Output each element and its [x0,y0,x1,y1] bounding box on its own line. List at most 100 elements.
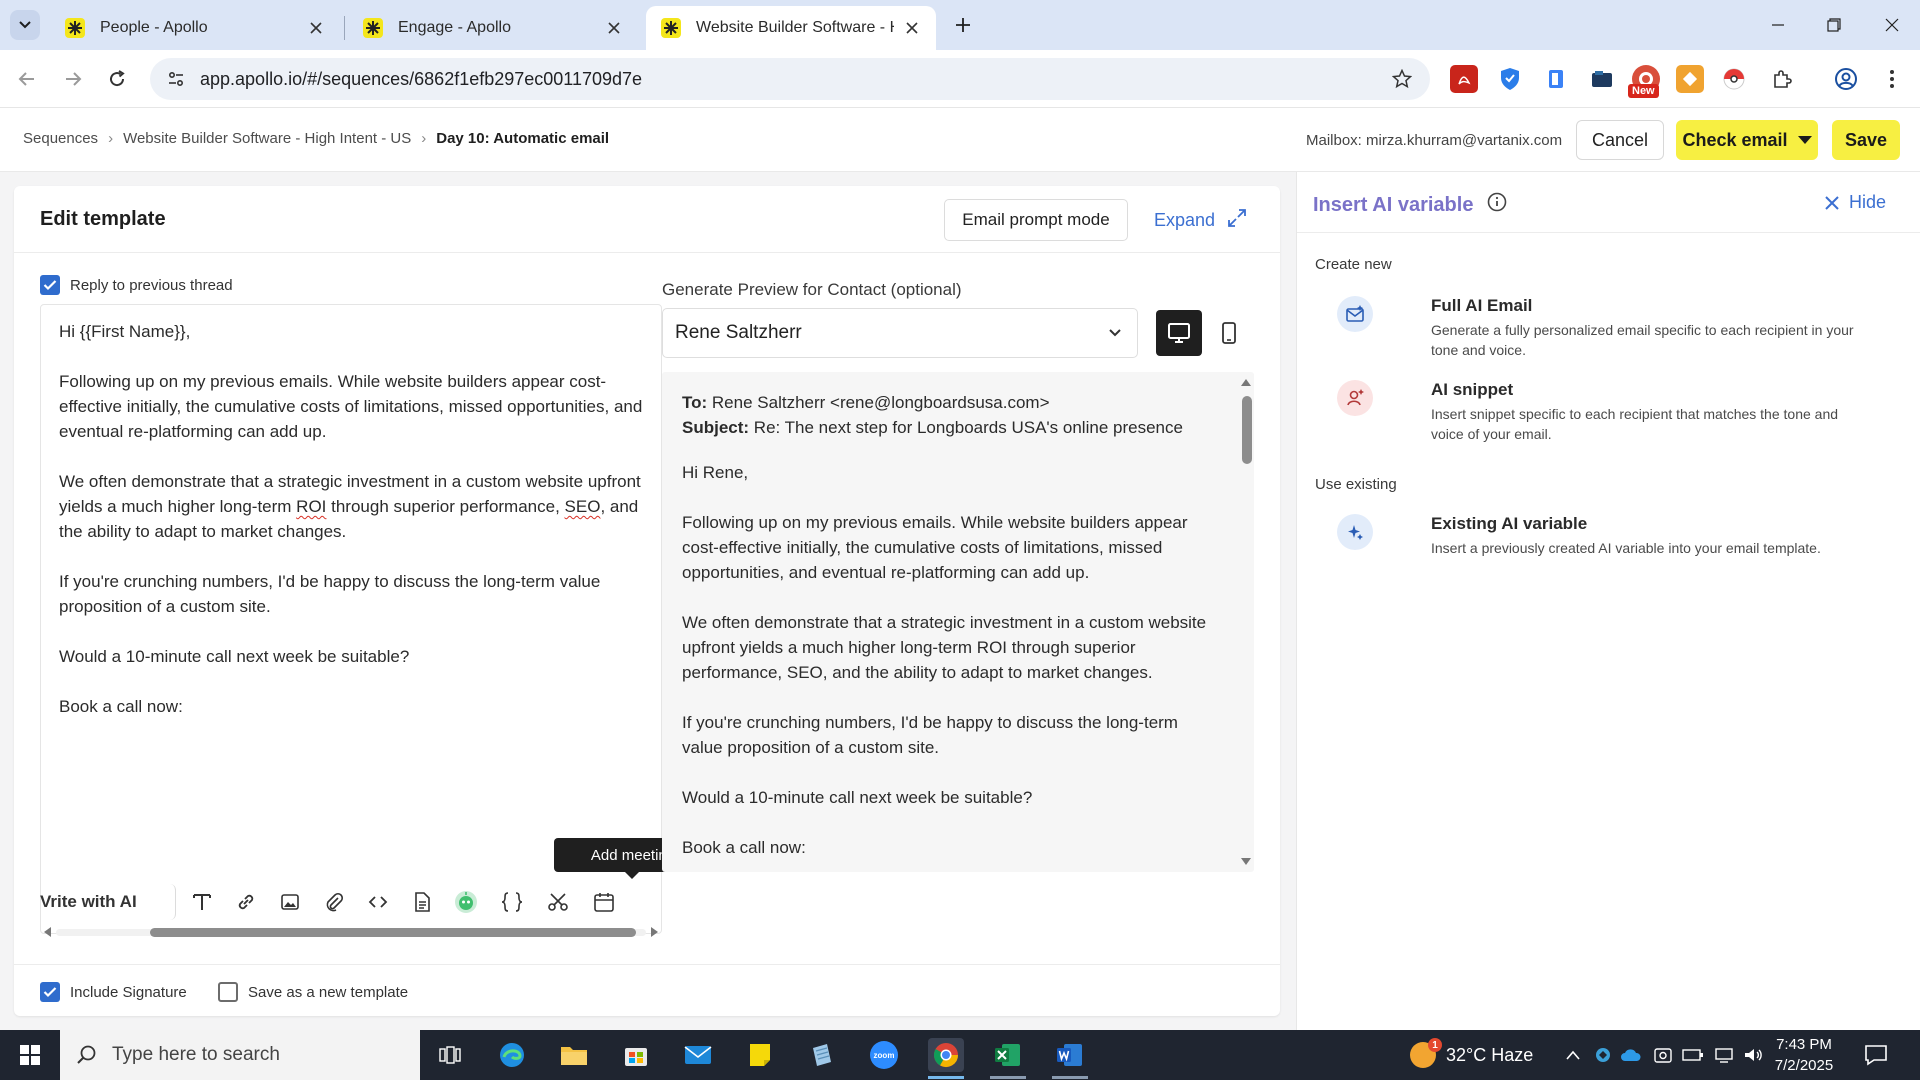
insert-image-button[interactable] [274,886,306,918]
preview-contact-select[interactable]: Rene Saltzherr [662,308,1138,358]
security-tray-icon[interactable] [1652,1044,1674,1066]
scroll-up-icon[interactable] [1241,378,1251,386]
text-format-icon [193,894,211,910]
text-format-button[interactable] [186,886,218,918]
task-view-button[interactable] [432,1038,468,1072]
address-bar[interactable]: app.apollo.io/#/sequences/6862f1efb297ec… [150,58,1430,100]
insert-link-button[interactable] [230,886,262,918]
tab-search-button[interactable] [10,10,40,40]
restore-button[interactable] [1814,10,1854,40]
network-icon[interactable] [1714,1044,1734,1066]
scroll-down-icon[interactable] [1241,858,1251,866]
excel-icon [995,1044,1020,1066]
preview-paragraph: We often demonstrate that a strategic in… [682,613,1207,682]
close-window-button[interactable] [1872,10,1912,40]
desktop-preview-button[interactable] [1156,310,1202,356]
email-body-text[interactable]: Hi {{First Name}}, Following up on my pr… [59,319,649,744]
tab-engage[interactable]: Engage - Apollo [348,6,638,50]
excel-app[interactable] [990,1038,1026,1072]
sticky-notes-app[interactable] [742,1038,778,1072]
document-extension-icon[interactable] [1542,65,1570,93]
mobile-preview-button[interactable] [1206,310,1252,356]
word-app[interactable] [1052,1038,1088,1072]
chrome-app[interactable] [928,1038,964,1072]
reply-thread-checkbox[interactable] [40,275,60,295]
active-app-indicator [928,1076,964,1079]
windows-taskbar: Type here to search zoom 1 32°C Haze 7:4… [0,1030,1920,1080]
scroll-thumb[interactable] [1242,396,1252,464]
insert-template-button[interactable] [406,886,438,918]
hide-panel-button[interactable]: Hide [1825,192,1886,213]
breadcrumb-sequence[interactable]: Website Builder Software - High Intent -… [123,130,411,147]
email-preview-text: To: Rene Saltzherr <rene@longboardsusa.c… [682,390,1222,872]
insert-variable-button[interactable] [496,886,528,918]
expand-button[interactable]: Expand [1154,208,1247,233]
preview-vertical-scrollbar[interactable] [1238,372,1254,872]
back-button[interactable] [12,64,42,94]
scroll-thumb[interactable] [150,928,636,937]
existing-ai-variable-title: Existing AI variable [1431,514,1588,533]
full-ai-email-option[interactable]: Full AI Email Generate a fully personali… [1337,296,1897,358]
forward-button[interactable] [58,64,88,94]
tray-overflow-button[interactable] [1562,1044,1584,1066]
more-menu-icon[interactable] [1878,65,1906,93]
tab-people[interactable]: People - Apollo [50,6,340,50]
zoom-app[interactable]: zoom [866,1038,902,1072]
insert-snippet-button[interactable] [542,886,574,918]
ai-snippet-option[interactable]: AI snippet Insert snippet specific to ea… [1337,380,1897,442]
profile-avatar-icon[interactable] [1832,65,1860,93]
tray-network-app-icon[interactable] [1592,1044,1614,1066]
email-prompt-mode-button[interactable]: Email prompt mode [944,199,1128,241]
volume-icon[interactable] [1742,1044,1764,1066]
scroll-left-icon[interactable] [44,927,52,937]
ai-assistant-button[interactable] [450,886,482,918]
bookmark-star-icon[interactable] [1388,65,1416,93]
taskbar-search[interactable]: Type here to search [60,1030,420,1080]
pokeball-extension-icon[interactable] [1720,65,1748,93]
close-icon[interactable] [604,18,624,38]
weather-widget[interactable]: 1 32°C Haze [1410,1030,1533,1080]
panel-title: Insert AI variable [1313,192,1507,218]
existing-ai-variable-option[interactable]: Existing AI variable Insert a previously… [1337,514,1897,564]
notifications-button[interactable] [1862,1042,1890,1068]
tab-website-builder[interactable]: Website Builder Software - High [646,6,936,50]
taskbar-clock[interactable]: 7:43 PM 7/2/2025 [1764,1034,1844,1076]
start-button[interactable] [0,1030,60,1080]
arrow-left-icon [18,72,34,86]
onedrive-icon[interactable] [1620,1044,1642,1066]
scroll-right-icon[interactable] [650,927,658,937]
toolbar-horizontal-scrollbar[interactable] [40,924,662,940]
close-icon[interactable] [306,18,326,38]
new-tab-button[interactable] [948,10,978,40]
cancel-button[interactable]: Cancel [1576,120,1664,160]
extensions-puzzle-icon[interactable] [1768,65,1796,93]
checkmark-icon [43,280,57,291]
info-icon[interactable] [1487,192,1507,218]
reload-button[interactable] [102,64,132,94]
mail-app[interactable] [680,1038,716,1072]
shield-extension-icon[interactable] [1496,65,1524,93]
file-explorer-app[interactable] [556,1038,592,1072]
save-template-checkbox[interactable] [218,982,238,1002]
mailbox-label: Mailbox: mirza.khurram@vartanix.com [1306,132,1563,149]
edge-app[interactable] [494,1038,530,1072]
folder-extension-icon[interactable] [1588,65,1616,93]
write-with-ai-button[interactable]: Vrite with AI [40,884,176,920]
pdf-extension-icon[interactable] [1450,65,1478,93]
close-icon[interactable] [902,18,922,38]
include-signature-checkbox[interactable] [40,982,60,1002]
code-view-button[interactable] [362,886,394,918]
save-button[interactable]: Save [1832,120,1900,160]
add-meeting-button[interactable] [588,886,620,918]
store-app[interactable] [618,1038,654,1072]
check-email-button[interactable]: Check email [1676,120,1818,160]
site-info-icon[interactable] [164,67,188,91]
breadcrumb-sequences[interactable]: Sequences [23,130,98,147]
battery-icon[interactable] [1682,1044,1704,1066]
attach-file-button[interactable] [318,886,350,918]
star-extension-icon[interactable] [1676,65,1704,93]
new-badge: New [1628,84,1659,98]
notepad-app[interactable] [804,1038,840,1072]
ai-variable-panel: Insert AI variable Hide Create new Full … [1296,172,1920,1030]
minimize-button[interactable] [1758,10,1798,40]
